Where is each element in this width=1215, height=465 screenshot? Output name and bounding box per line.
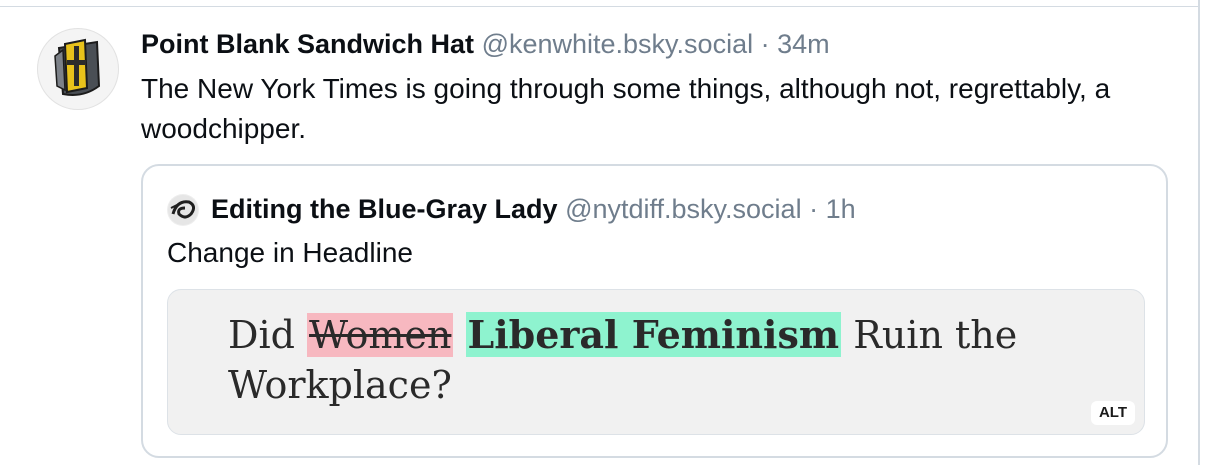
deleted-word: Women — [307, 313, 454, 357]
spiral-logo-icon — [168, 195, 198, 225]
feed-column-border — [1198, 0, 1200, 465]
author-name[interactable]: Point Blank Sandwich Hat — [141, 29, 474, 59]
quote-meta-separator: · — [801, 194, 826, 224]
quote-author-name[interactable]: Editing the Blue-Gray Lady — [211, 194, 558, 224]
alt-text-badge[interactable]: ALT — [1090, 401, 1135, 425]
embedded-image[interactable]: Did Women Liberal Feminism Ruin the Work… — [167, 289, 1145, 435]
shield-cross-icon — [54, 38, 101, 96]
post-header: Point Blank Sandwich Hat @kenwhite.bsky.… — [141, 26, 830, 62]
post-text: The New York Times is going through some… — [141, 73, 1111, 144]
post-timestamp[interactable]: 34m — [777, 29, 830, 59]
avatar[interactable] — [37, 28, 119, 110]
quote-timestamp[interactable]: 1h — [826, 194, 856, 224]
feed-divider — [0, 6, 1198, 7]
headline-diff: Did Women Liberal Feminism Ruin the Work… — [228, 310, 1108, 410]
quote-avatar[interactable] — [167, 194, 199, 226]
quote-post-card[interactable]: Editing the Blue-Gray Lady @nytdiff.bsky… — [141, 164, 1168, 458]
author-handle[interactable]: @kenwhite.bsky.social — [482, 29, 754, 59]
quote-header: Editing the Blue-Gray Lady @nytdiff.bsky… — [211, 191, 856, 227]
inserted-phrase: Liberal Feminism — [465, 312, 842, 357]
meta-separator: · — [753, 29, 778, 59]
headline-prefix: Did — [228, 313, 295, 357]
quote-text: Change in Headline — [167, 237, 413, 268]
quote-author-handle[interactable]: @nytdiff.bsky.social — [565, 194, 802, 224]
